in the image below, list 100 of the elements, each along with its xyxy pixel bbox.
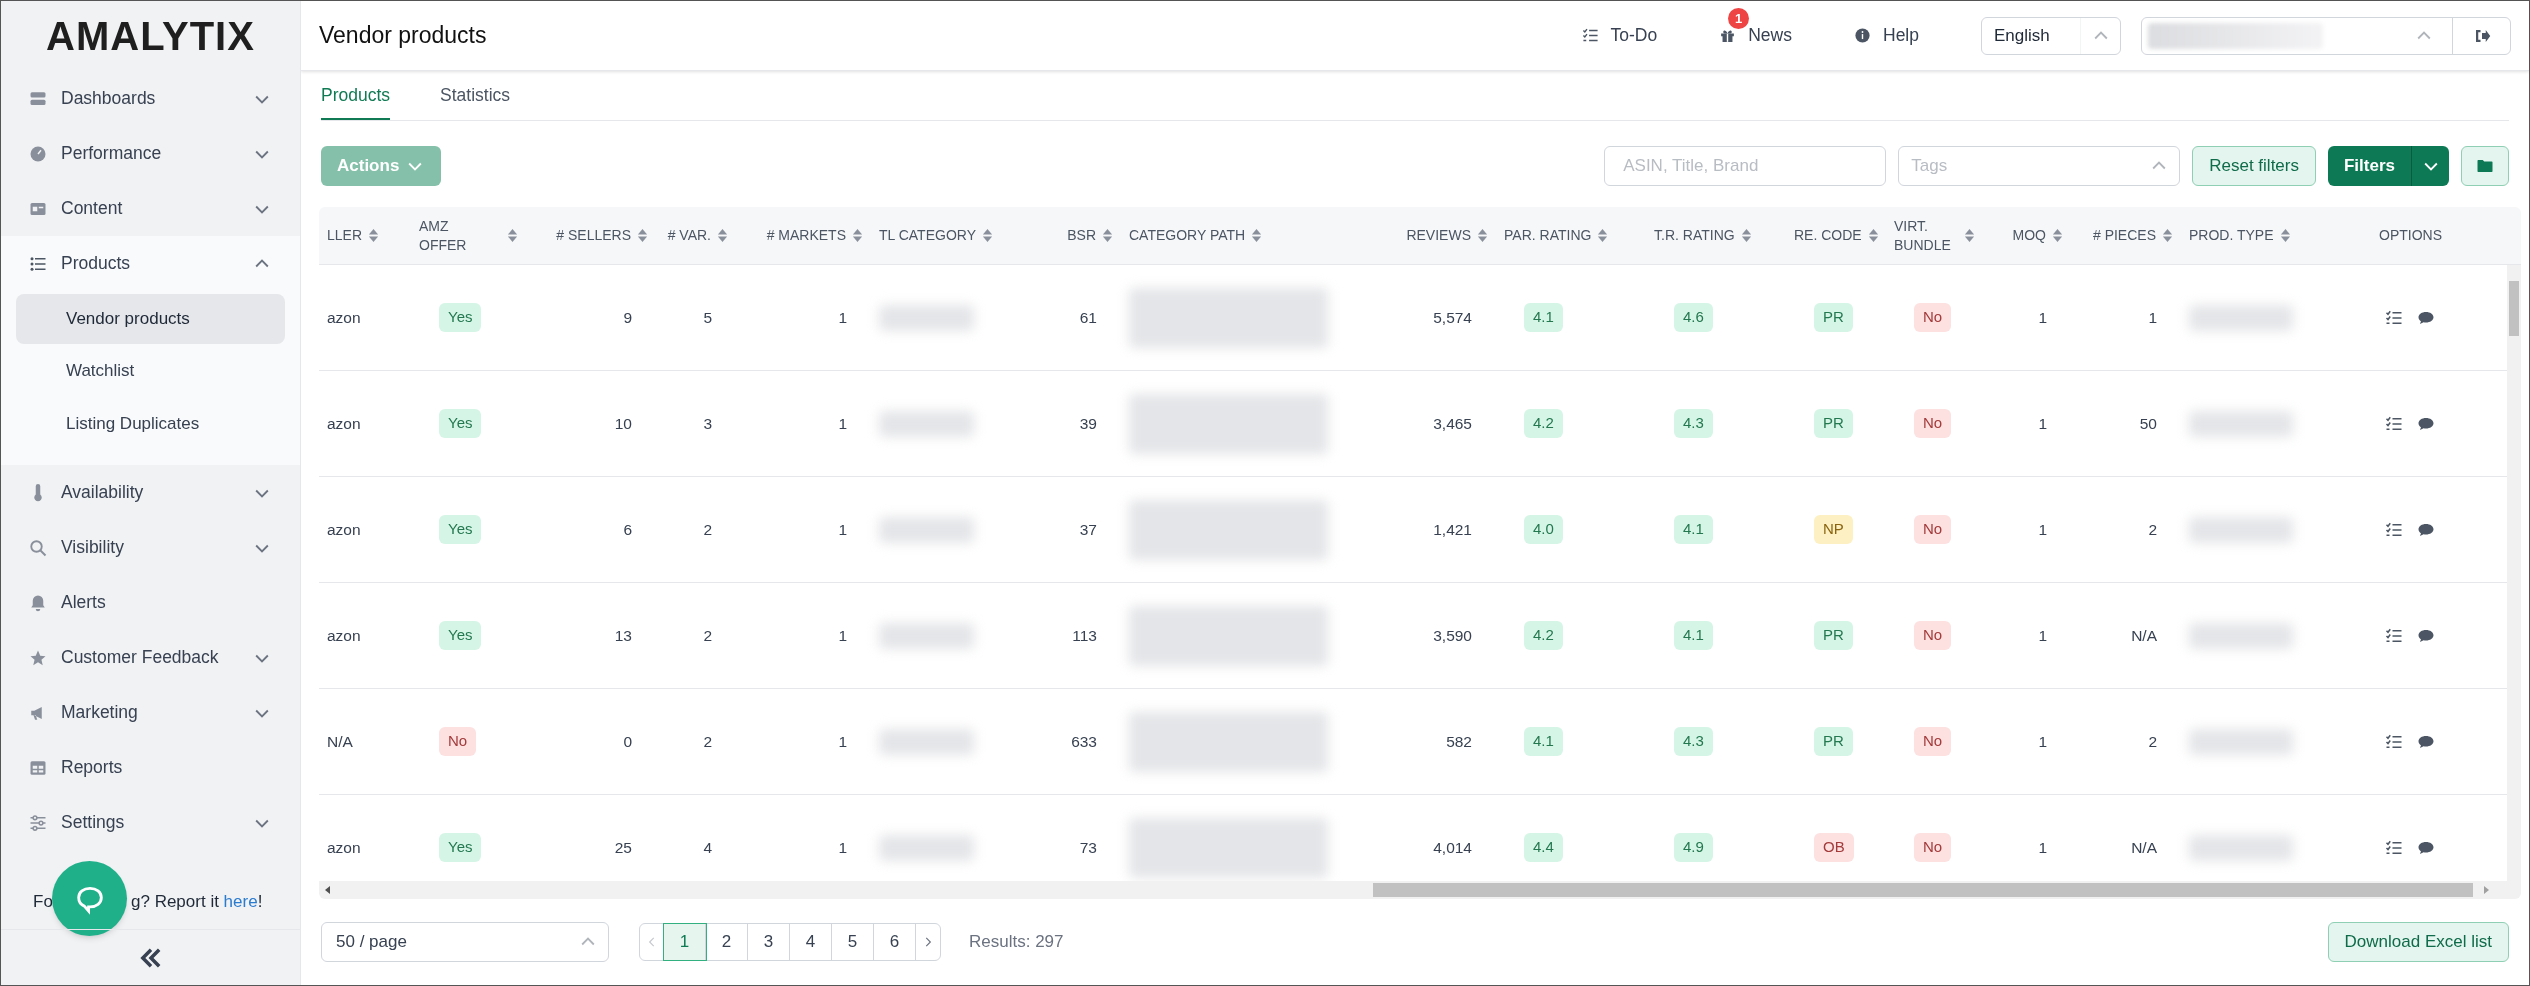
sidebar-item[interactable]: Products (1, 236, 300, 291)
sort-icon (2052, 228, 2063, 243)
sidebar-subitem[interactable]: Vendor products (16, 293, 285, 344)
column-header[interactable]: BSR (1067, 226, 1096, 245)
column-header[interactable]: # PIECES (2092, 226, 2156, 245)
table-cell-text: 10 (614, 413, 632, 434)
column-header[interactable]: OPTIONS (2379, 226, 2442, 245)
table-cell-text: 37 (1079, 519, 1097, 540)
sort-icon (1597, 228, 1609, 243)
sort-icon (637, 228, 648, 243)
table-cell-text: 1 (2038, 519, 2047, 540)
page-button[interactable]: 5 (832, 924, 874, 960)
sidebar-item[interactable]: Settings (1, 795, 300, 850)
column-header[interactable]: AMZ OFFER (419, 217, 483, 254)
sort-icon (2162, 228, 2173, 243)
language-select[interactable]: English (1981, 16, 2121, 55)
column-header[interactable]: TL CATEGORY (879, 226, 976, 245)
table-cell-text: 1 (2038, 625, 2047, 646)
checklist-button[interactable] (2385, 732, 2403, 751)
download-excel-button[interactable]: Download Excel list (2327, 922, 2509, 962)
column-header[interactable]: VIRT. BUNDLE (1894, 217, 1958, 254)
page-button[interactable]: 4 (790, 924, 832, 960)
column-header[interactable]: # SELLERS (556, 226, 631, 245)
sidebar-item[interactable]: Dashboards (1, 71, 300, 126)
sort-icon (1251, 228, 1263, 243)
page-button[interactable]: 2 (706, 924, 748, 960)
column-header[interactable]: CATEGORY PATH (1129, 226, 1246, 245)
checklist-button[interactable] (2385, 308, 2403, 327)
table-icon (29, 758, 47, 777)
sidebar-item[interactable]: Performance (1, 126, 300, 181)
column-header[interactable]: PROD. TYPE (2189, 226, 2274, 245)
sidebar-subitem[interactable]: Watchlist (16, 346, 285, 396)
tab[interactable]: Statistics (440, 81, 511, 120)
checklist-button[interactable] (2385, 626, 2403, 645)
sidebar-item[interactable]: Alerts (1, 575, 300, 630)
sidebar-subitem[interactable]: Listing Duplicates (16, 398, 285, 449)
logo: AMALYTIX (45, 13, 256, 60)
page-button[interactable]: 1 (664, 924, 706, 960)
status-label: 4.0 (1524, 515, 1563, 544)
status-label: PR (1814, 621, 1853, 650)
column-header[interactable]: # MARKETS (766, 226, 846, 245)
reset-filters-button[interactable]: Reset filters (2192, 146, 2316, 186)
sidebar-item[interactable]: Visibility (1, 520, 300, 575)
column-header[interactable]: MOQ (2012, 226, 2046, 245)
sort-icon (1740, 228, 1752, 243)
table-cell-text: 113 (1072, 625, 1097, 646)
search-field[interactable]: ASIN, Title, Brand (1604, 146, 1887, 186)
sort-icon (852, 228, 863, 243)
table-cell-text: 39 (1079, 413, 1097, 434)
page-size-select[interactable]: 50 / page (321, 922, 609, 962)
status-label: Yes (439, 303, 482, 332)
checklist-icon (2385, 520, 2403, 539)
tab[interactable]: Products (321, 81, 391, 120)
column-header[interactable]: # VAR. (667, 226, 711, 245)
status-label: 4.3 (1674, 727, 1713, 756)
chat-button[interactable] (52, 861, 127, 936)
sidebar-item[interactable]: Content (1, 181, 300, 236)
sidebar-item[interactable]: Availability (1, 465, 300, 520)
column-header[interactable]: REVIEWS (1406, 226, 1471, 245)
page-button[interactable]: 3 (748, 924, 790, 960)
vertical-scrollbar[interactable] (2507, 265, 2521, 881)
checklist-button[interactable] (2385, 520, 2403, 539)
column-header[interactable]: RE. CODE (1794, 226, 1862, 245)
page-button[interactable]: 6 (874, 924, 916, 960)
page-title: Vendor products (319, 21, 488, 51)
table-cell-text: 5,574 (1433, 307, 1472, 328)
table-cell-text: 2 (2148, 519, 2157, 540)
sidebar-item[interactable]: Marketing (1, 685, 300, 740)
notification-badge: 1 (1728, 8, 1750, 30)
checklist-button[interactable] (2385, 838, 2403, 857)
status-label: 4.2 (1524, 621, 1563, 650)
checklist-icon (2385, 838, 2403, 857)
checklist-icon (1581, 27, 1599, 44)
table-cell-text: azon (327, 519, 361, 540)
sort-icon (2279, 228, 2291, 243)
bell-icon (29, 593, 47, 612)
table-cell-text: 4 (703, 837, 712, 858)
status-label: 4.1 (1674, 621, 1713, 650)
sidebar-item[interactable]: Reports (1, 740, 300, 795)
gauge-icon (29, 144, 47, 163)
column-header[interactable]: T.R. RATING (1654, 226, 1735, 245)
table-cell-text: 3,465 (1433, 413, 1472, 434)
report-link[interactable]: here (223, 892, 258, 911)
sort-icon (1477, 228, 1488, 243)
report-bug-text: g? Report it here! (131, 891, 263, 913)
header-link[interactable]: Help (1854, 22, 1919, 49)
folder-button[interactable] (2461, 146, 2509, 186)
horizontal-scrollbar[interactable] (319, 881, 2521, 899)
column-header[interactable]: LLER (327, 226, 363, 245)
sidebar-item[interactable]: Customer Feedback (1, 630, 300, 685)
header-link[interactable]: To-Do (1581, 22, 1658, 49)
column-header[interactable]: PAR. RATING (1504, 226, 1592, 245)
table-cell-text: 2 (703, 519, 712, 540)
table-cell-text: 25 (614, 837, 632, 858)
status-label: Yes (439, 515, 482, 544)
table-cell-text: 5 (703, 307, 712, 328)
scroll-right-icon (2481, 885, 2491, 895)
checklist-button[interactable] (2385, 414, 2403, 433)
table-cell-text: 2 (2148, 731, 2157, 752)
sort-icon (507, 228, 518, 243)
